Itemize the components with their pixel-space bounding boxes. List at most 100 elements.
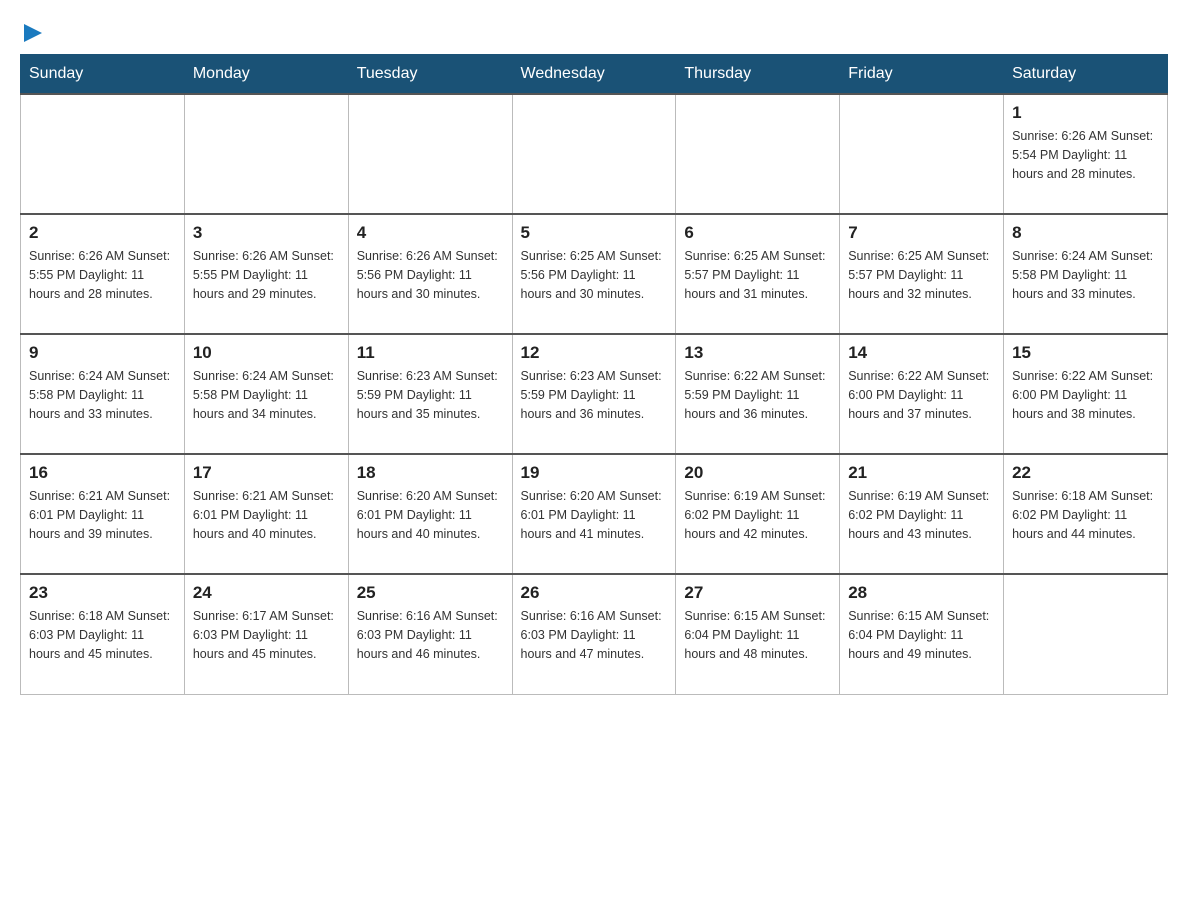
day-info: Sunrise: 6:22 AM Sunset: 6:00 PM Dayligh… [1012, 367, 1159, 423]
calendar-cell: 1 Sunrise: 6:26 AM Sunset: 5:54 PM Daylig… [1004, 94, 1168, 214]
day-number: 14 [848, 343, 995, 363]
col-wednesday: Wednesday [512, 55, 676, 95]
week-row: 9Sunrise: 6:24 AM Sunset: 5:58 PM Daylig… [21, 334, 1168, 454]
week-row: 1 Sunrise: 6:26 AM Sunset: 5:54 PM Daylig… [21, 94, 1168, 214]
col-thursday: Thursday [676, 55, 840, 95]
day-number: 3 [193, 223, 340, 243]
day-number: 7 [848, 223, 995, 243]
calendar-cell: 7 Sunrise: 6:25 AM Sunset: 5:57 PM Daylig… [840, 214, 1004, 334]
calendar-cell: 19 Sunrise: 6:20 AM Sunset: 6:01 PM Dayli… [512, 454, 676, 574]
day-number: 21 [848, 463, 995, 483]
day-info: Sunrise: 6:23 AM Sunset: 5:59 PM Dayligh… [357, 367, 504, 423]
calendar-cell [184, 94, 348, 214]
calendar-cell: 27 Sunrise: 6:15 AM Sunset: 6:04 PM Dayli… [676, 574, 840, 694]
day-number: 15 [1012, 343, 1159, 363]
week-row: 2 Sunrise: 6:26 AM Sunset: 5:55 PM Daylig… [21, 214, 1168, 334]
day-info: Sunrise: 6:25 AM Sunset: 5:57 PM Dayligh… [684, 247, 831, 303]
day-number: 23 [29, 583, 176, 603]
day-info: Sunrise: 6:20 AM Sunset: 6:01 PM Dayligh… [521, 487, 668, 543]
col-monday: Monday [184, 55, 348, 95]
day-number: 11 [357, 343, 504, 363]
day-info: Sunrise: 6:20 AM Sunset: 6:01 PM Dayligh… [357, 487, 504, 543]
calendar-cell: 24 Sunrise: 6:17 AM Sunset: 6:03 PM Dayli… [184, 574, 348, 694]
day-number: 17 [193, 463, 340, 483]
col-tuesday: Tuesday [348, 55, 512, 95]
calendar-cell [1004, 574, 1168, 694]
day-info: Sunrise: 6:24 AM Sunset: 5:58 PM Dayligh… [29, 367, 176, 423]
calendar-cell: 26 Sunrise: 6:16 AM Sunset: 6:03 PM Dayli… [512, 574, 676, 694]
calendar-cell: 15 Sunrise: 6:22 AM Sunset: 6:00 PM Dayli… [1004, 334, 1168, 454]
day-number: 16 [29, 463, 176, 483]
day-info: Sunrise: 6:24 AM Sunset: 5:58 PM Dayligh… [193, 367, 340, 423]
calendar-cell: 28 Sunrise: 6:15 AM Sunset: 6:04 PM Dayli… [840, 574, 1004, 694]
day-info: Sunrise: 6:22 AM Sunset: 6:00 PM Dayligh… [848, 367, 995, 423]
day-number: 28 [848, 583, 995, 603]
day-info: Sunrise: 6:18 AM Sunset: 6:03 PM Dayligh… [29, 607, 176, 663]
day-info: Sunrise: 6:19 AM Sunset: 6:02 PM Dayligh… [848, 487, 995, 543]
day-number: 24 [193, 583, 340, 603]
calendar-cell: 21 Sunrise: 6:19 AM Sunset: 6:02 PM Dayli… [840, 454, 1004, 574]
day-info: Sunrise: 6:15 AM Sunset: 6:04 PM Dayligh… [684, 607, 831, 663]
day-number: 19 [521, 463, 668, 483]
calendar-cell: 14 Sunrise: 6:22 AM Sunset: 6:00 PM Dayli… [840, 334, 1004, 454]
day-info: Sunrise: 6:22 AM Sunset: 5:59 PM Dayligh… [684, 367, 831, 423]
calendar-cell [840, 94, 1004, 214]
calendar-header: Sunday Monday Tuesday Wednesday Thursday… [21, 55, 1168, 95]
days-of-week-row: Sunday Monday Tuesday Wednesday Thursday… [21, 55, 1168, 95]
day-number: 26 [521, 583, 668, 603]
page-header [20, 20, 1168, 44]
col-saturday: Saturday [1004, 55, 1168, 95]
day-info: Sunrise: 6:16 AM Sunset: 6:03 PM Dayligh… [357, 607, 504, 663]
day-number: 27 [684, 583, 831, 603]
day-number: 12 [521, 343, 668, 363]
calendar-cell: 22 Sunrise: 6:18 AM Sunset: 6:02 PM Dayli… [1004, 454, 1168, 574]
day-info: Sunrise: 6:26 AM Sunset: 5:54 PM Dayligh… [1012, 127, 1159, 183]
day-info: Sunrise: 6:15 AM Sunset: 6:04 PM Dayligh… [848, 607, 995, 663]
calendar-cell: 23 Sunrise: 6:18 AM Sunset: 6:03 PM Dayli… [21, 574, 185, 694]
day-number: 4 [357, 223, 504, 243]
calendar-cell [512, 94, 676, 214]
day-number: 2 [29, 223, 176, 243]
day-info: Sunrise: 6:23 AM Sunset: 5:59 PM Dayligh… [521, 367, 668, 423]
day-info: Sunrise: 6:21 AM Sunset: 6:01 PM Dayligh… [193, 487, 340, 543]
day-number: 18 [357, 463, 504, 483]
week-row: 16 Sunrise: 6:21 AM Sunset: 6:01 PM Dayli… [21, 454, 1168, 574]
day-number: 8 [1012, 223, 1159, 243]
calendar-cell: 10 Sunrise: 6:24 AM Sunset: 5:58 PM Dayli… [184, 334, 348, 454]
day-info: Sunrise: 6:26 AM Sunset: 5:55 PM Dayligh… [193, 247, 340, 303]
day-info: Sunrise: 6:25 AM Sunset: 5:57 PM Dayligh… [848, 247, 995, 303]
calendar-cell: 25 Sunrise: 6:16 AM Sunset: 6:03 PM Dayli… [348, 574, 512, 694]
calendar-cell: 4 Sunrise: 6:26 AM Sunset: 5:56 PM Daylig… [348, 214, 512, 334]
day-number: 22 [1012, 463, 1159, 483]
col-friday: Friday [840, 55, 1004, 95]
day-number: 20 [684, 463, 831, 483]
calendar-cell: 12 Sunrise: 6:23 AM Sunset: 5:59 PM Dayli… [512, 334, 676, 454]
calendar-cell [21, 94, 185, 214]
col-sunday: Sunday [21, 55, 185, 95]
day-info: Sunrise: 6:18 AM Sunset: 6:02 PM Dayligh… [1012, 487, 1159, 543]
day-info: Sunrise: 6:16 AM Sunset: 6:03 PM Dayligh… [521, 607, 668, 663]
day-info: Sunrise: 6:25 AM Sunset: 5:56 PM Dayligh… [521, 247, 668, 303]
day-number: 1 [1012, 103, 1159, 123]
calendar-cell [348, 94, 512, 214]
day-number: 5 [521, 223, 668, 243]
day-info: Sunrise: 6:19 AM Sunset: 6:02 PM Dayligh… [684, 487, 831, 543]
calendar-cell: 17 Sunrise: 6:21 AM Sunset: 6:01 PM Dayli… [184, 454, 348, 574]
calendar-cell: 18 Sunrise: 6:20 AM Sunset: 6:01 PM Dayli… [348, 454, 512, 574]
day-number: 10 [193, 343, 340, 363]
calendar-cell: 9Sunrise: 6:24 AM Sunset: 5:58 PM Daylig… [21, 334, 185, 454]
day-info: Sunrise: 6:17 AM Sunset: 6:03 PM Dayligh… [193, 607, 340, 663]
week-row: 23 Sunrise: 6:18 AM Sunset: 6:03 PM Dayli… [21, 574, 1168, 694]
calendar-cell: 13 Sunrise: 6:22 AM Sunset: 5:59 PM Dayli… [676, 334, 840, 454]
calendar-cell: 5 Sunrise: 6:25 AM Sunset: 5:56 PM Daylig… [512, 214, 676, 334]
day-number: 6 [684, 223, 831, 243]
day-number: 13 [684, 343, 831, 363]
calendar-cell: 6 Sunrise: 6:25 AM Sunset: 5:57 PM Daylig… [676, 214, 840, 334]
day-info: Sunrise: 6:26 AM Sunset: 5:55 PM Dayligh… [29, 247, 176, 303]
logo [20, 20, 44, 44]
calendar-cell: 20 Sunrise: 6:19 AM Sunset: 6:02 PM Dayli… [676, 454, 840, 574]
calendar-body: 1 Sunrise: 6:26 AM Sunset: 5:54 PM Daylig… [21, 94, 1168, 694]
day-info: Sunrise: 6:26 AM Sunset: 5:56 PM Dayligh… [357, 247, 504, 303]
calendar-cell: 8Sunrise: 6:24 AM Sunset: 5:58 PM Daylig… [1004, 214, 1168, 334]
day-number: 25 [357, 583, 504, 603]
